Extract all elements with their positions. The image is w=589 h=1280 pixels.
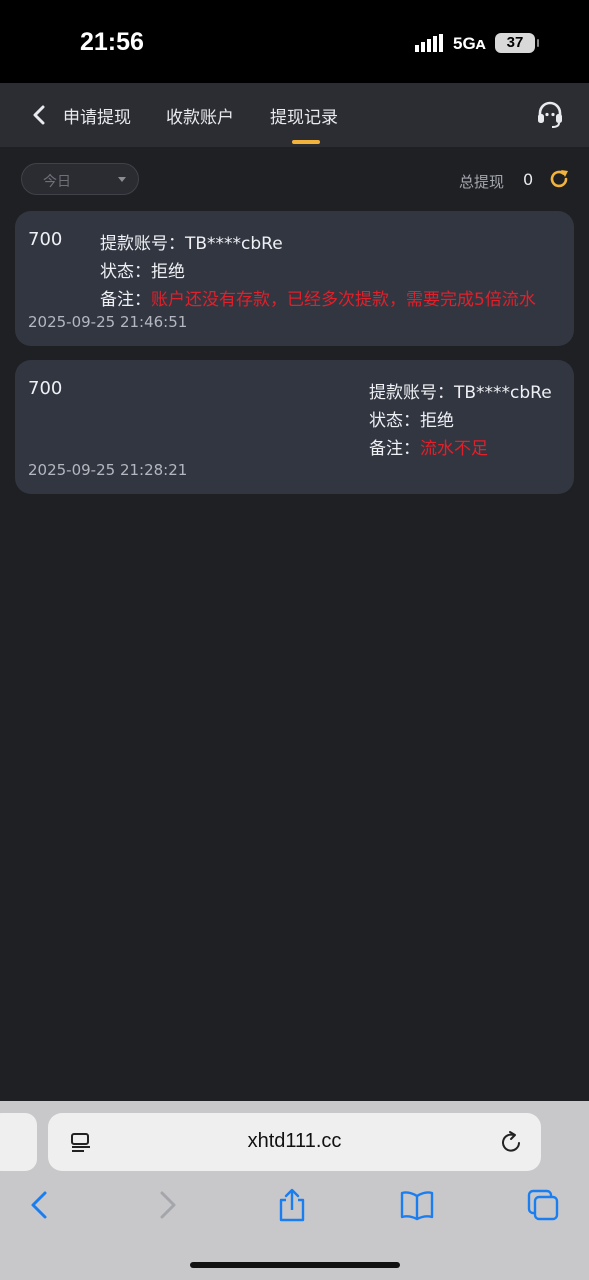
forward-icon[interactable] [150,1188,186,1222]
withdraw-record-card: 700 提款账号：TB****cbRe 状态：拒绝 备注：账户还没有存款，已经多… [15,211,574,346]
tab-payee-account[interactable]: 收款账户 [166,103,234,128]
battery-indicator: 37 [495,33,539,53]
record-note: 备注：流水不足 [369,434,488,459]
status-label: 状态： [100,262,151,282]
total-withdraw-value: 0 [523,170,534,189]
url-text: xhtd111.cc [247,1130,342,1152]
status-bar: 21:56 5Gᴀ 37 [0,0,589,83]
date-filter-value: 今日 [43,174,71,190]
signal-icon [415,34,443,52]
record-account: 提款账号：TB****cbRe [100,229,283,254]
reload-icon[interactable] [499,1130,523,1154]
browser-toolbar: xhtd111.cc [0,1101,589,1280]
record-status: 状态：拒绝 [100,257,185,282]
date-filter-select[interactable]: 今日 [21,163,139,195]
record-account: 提款账号：TB****cbRe [369,378,552,403]
headset-icon[interactable] [535,100,565,130]
account-label: 提款账号： [369,383,454,403]
active-tab-indicator [292,140,320,144]
top-nav: 申请提现 收款账户 提现记录 [0,83,589,147]
network-type: 5Gᴀ [453,34,486,53]
total-withdraw-label: 总提现 [459,173,505,191]
status-label: 状态： [369,411,420,431]
tab-apply-withdraw[interactable]: 申请提现 [63,103,131,128]
record-time: 2025-09-25 21:46:51 [28,313,188,331]
record-status: 状态：拒绝 [369,406,454,431]
note-label: 备注： [100,290,151,310]
withdraw-record-card: 700 提款账号：TB****cbRe 状态：拒绝 备注：流水不足 2025-0… [15,360,574,494]
record-amount: 700 [28,378,63,399]
note-value: 账户还没有存款，已经多次提款，需要完成5倍流水 [151,290,536,310]
note-value: 流水不足 [420,439,488,459]
tab-withdraw-records[interactable]: 提现记录 [270,103,338,128]
tabs-icon[interactable] [526,1188,562,1222]
chevron-left-icon[interactable] [32,105,48,125]
refresh-icon[interactable] [548,168,570,190]
back-icon[interactable] [23,1188,59,1222]
status-value: 拒绝 [151,262,185,282]
record-amount: 700 [28,229,63,250]
record-note: 备注：账户还没有存款，已经多次提款，需要完成5倍流水 [100,285,536,310]
account-value: TB****cbRe [185,234,283,254]
address-bar[interactable]: xhtd111.cc [48,1113,541,1171]
share-icon[interactable] [274,1188,310,1222]
status-value: 拒绝 [420,411,454,431]
record-time: 2025-09-25 21:28:21 [28,461,188,479]
note-label: 备注： [369,439,420,459]
home-indicator [190,1262,400,1268]
status-time: 21:56 [80,28,144,56]
previous-tab-preview[interactable] [0,1113,37,1171]
bookmarks-icon[interactable] [399,1188,435,1222]
caret-down-icon [118,177,126,182]
account-value: TB****cbRe [454,383,552,403]
account-label: 提款账号： [100,234,185,254]
